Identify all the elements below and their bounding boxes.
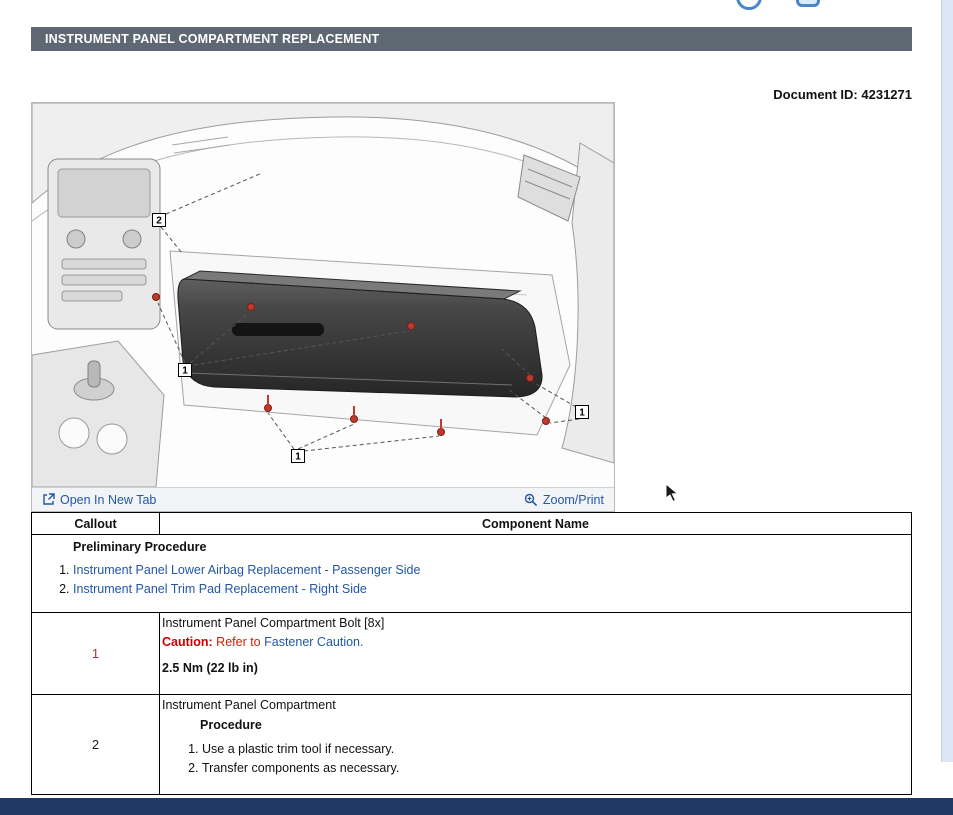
page-title: INSTRUMENT PANEL COMPARTMENT REPLACEMENT — [31, 27, 912, 51]
figure-panel: 2 1 1 1 Open In New Tab — [31, 102, 615, 512]
open-in-new-tab-icon — [42, 493, 55, 506]
component-name-bolt: Instrument Panel Compartment Bolt [8x] — [162, 616, 907, 630]
procedure-steps: Use a plastic trim tool if necessary. Tr… — [162, 742, 907, 775]
fastener-caution-link[interactable]: Fastener Caution. — [264, 635, 363, 649]
page-title-text: INSTRUMENT PANEL COMPARTMENT REPLACEMENT — [45, 32, 379, 46]
scrollbar-track[interactable] — [941, 0, 953, 762]
procedure-label: Procedure — [200, 718, 907, 732]
toolbar-partial-icon[interactable] — [796, 0, 820, 7]
open-in-new-tab-link[interactable]: Open In New Tab — [42, 493, 156, 507]
mouse-cursor — [665, 483, 679, 503]
document-id: Document ID: 4231271 — [773, 87, 912, 102]
procedure-step: Use a plastic trim tool if necessary. — [202, 742, 907, 756]
service-info-page: INSTRUMENT PANEL COMPARTMENT REPLACEMENT… — [0, 0, 953, 815]
procedure-step: Transfer components as necessary. — [202, 761, 907, 775]
component-table: Callout Component Name Preliminary Proce… — [31, 512, 912, 795]
column-header-callout: Callout — [32, 513, 160, 535]
table-row-callout-2: 2 Instrument Panel Compartment Procedure… — [32, 695, 912, 795]
callout-number-2: 2 — [92, 737, 99, 752]
component-name-compartment: Instrument Panel Compartment — [162, 698, 907, 712]
instrument-panel-illustration[interactable]: 2 1 1 1 — [32, 103, 614, 487]
zoom-print-link[interactable]: Zoom/Print — [524, 493, 604, 507]
table-row-callout-1: 1 Instrument Panel Compartment Bolt [8x]… — [32, 613, 912, 695]
callout-marker-2: 2 — [156, 216, 162, 227]
callout-marker-1c: 1 — [579, 408, 585, 419]
torque-spec: 2.5 Nm (22 lb in) — [162, 661, 907, 675]
callout-number-1: 1 — [92, 646, 99, 661]
bottom-status-bar — [0, 798, 953, 815]
callout-marker-1b: 1 — [295, 452, 301, 463]
link-airbag-replacement[interactable]: Instrument Panel Lower Airbag Replacemen… — [73, 563, 420, 577]
zoom-print-icon — [524, 493, 538, 507]
figure-toolbar: Open In New Tab Zoom/Print — [32, 487, 614, 511]
table-header-row: Callout Component Name — [32, 513, 912, 535]
callout-marker-1a: 1 — [182, 366, 188, 377]
open-in-new-tab-label: Open In New Tab — [60, 493, 156, 507]
preliminary-procedure-title: Preliminary Procedure — [73, 540, 911, 554]
caution-text: Refer to — [216, 635, 260, 649]
link-trim-pad-replacement[interactable]: Instrument Panel Trim Pad Replacement - … — [73, 582, 367, 596]
zoom-print-label: Zoom/Print — [543, 493, 604, 507]
toolbar-partial-icon[interactable] — [736, 0, 762, 10]
caution-line: Caution: Refer to Fastener Caution. — [162, 635, 907, 649]
preliminary-procedure-row: Preliminary Procedure Instrument Panel L… — [32, 535, 912, 613]
caution-label: Caution: — [162, 635, 213, 649]
column-header-component-name: Component Name — [160, 513, 912, 535]
preliminary-procedure-list: Instrument Panel Lower Airbag Replacemen… — [32, 563, 911, 596]
